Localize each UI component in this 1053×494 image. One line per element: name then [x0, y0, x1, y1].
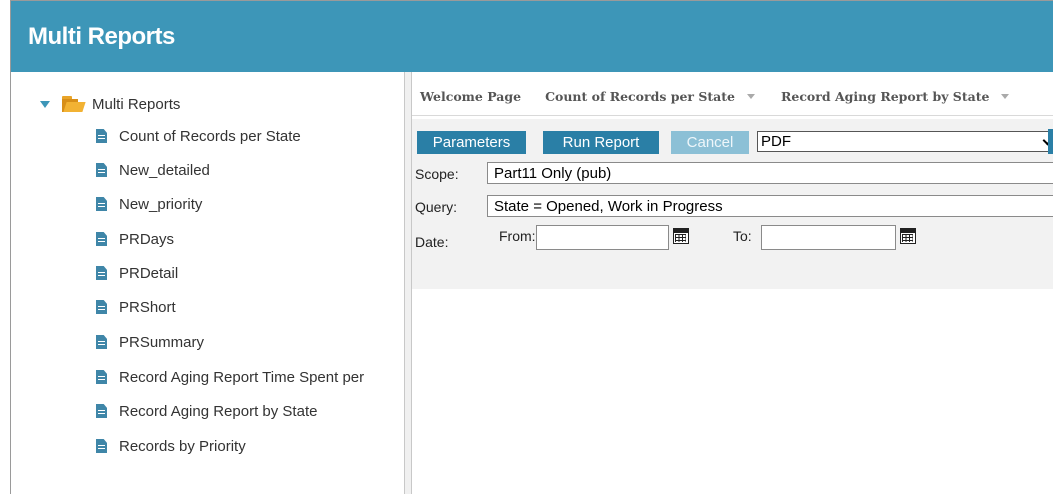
- document-icon: [96, 197, 107, 211]
- pane-splitter[interactable]: [404, 72, 412, 494]
- report-tree-pane: Multi Reports Count of Records per State…: [11, 72, 404, 494]
- tab-divider: [412, 115, 1053, 116]
- cancel-button[interactable]: Cancel: [671, 131, 749, 154]
- query-label: Query:: [415, 199, 458, 215]
- tree-root-label: Multi Reports: [92, 95, 181, 113]
- tree-item-label: Record Aging Report Time Spent per: [119, 368, 365, 386]
- app-window: Multi Reports Multi Reports Count of Rec…: [10, 0, 1053, 494]
- tree-item-prshort[interactable]: PRShort: [96, 297, 176, 317]
- to-label: To:: [733, 228, 752, 244]
- scope-label: Scope:: [415, 166, 459, 182]
- tree-item-label: Records by Priority: [119, 437, 246, 455]
- chevron-down-icon[interactable]: [1001, 93, 1010, 99]
- caret-down-icon[interactable]: [40, 100, 50, 108]
- output-format-select[interactable]: PDF: [757, 131, 1053, 152]
- document-icon: [96, 439, 107, 453]
- tree-root-multi-reports[interactable]: Multi Reports: [40, 94, 180, 114]
- calendar-icon[interactable]: [900, 228, 916, 244]
- tree-item-label: Record Aging Report by State: [119, 402, 318, 420]
- app-title: Multi Reports: [28, 23, 175, 50]
- tab-label: Record Aging Report by State: [780, 88, 990, 104]
- to-date-input[interactable]: [761, 225, 896, 250]
- document-icon: [96, 335, 107, 349]
- query-field[interactable]: State = Opened, Work in Progress: [487, 195, 1053, 217]
- document-icon: [96, 266, 107, 280]
- tree-item-label: PRSummary: [119, 333, 205, 351]
- document-icon: [96, 232, 107, 246]
- from-label: From:: [499, 228, 536, 244]
- tree-item-label: PRDays: [119, 230, 175, 248]
- parameters-button[interactable]: Parameters: [417, 131, 526, 154]
- report-pane: Welcome Page Count of Records per State …: [412, 72, 1053, 494]
- tree-item-prsummary[interactable]: PRSummary: [96, 332, 204, 352]
- tab-count-of-records-per-state[interactable]: Count of Records per State: [545, 89, 755, 104]
- document-icon: [96, 300, 107, 314]
- run-report-button[interactable]: Run Report: [543, 131, 659, 154]
- tree-item-label: New_priority: [119, 195, 203, 213]
- tree-item-label: PRShort: [119, 298, 176, 316]
- tree-item-new-priority[interactable]: New_priority: [96, 194, 202, 214]
- date-label: Date:: [415, 234, 449, 250]
- parameters-panel: Parameters Run Report Cancel PDF Scope: …: [412, 119, 1053, 289]
- tab-welcome-page[interactable]: Welcome Page: [420, 89, 521, 104]
- main-area: Multi Reports Count of Records per State…: [11, 72, 1053, 494]
- tab-record-aging-by-state[interactable]: Record Aging Report by State: [780, 88, 1010, 104]
- from-date-input[interactable]: [536, 225, 669, 250]
- calendar-icon[interactable]: [673, 228, 689, 244]
- scope-field[interactable]: Part11 Only (pub): [487, 162, 1053, 184]
- document-icon: [96, 404, 107, 418]
- tree-item-prdays[interactable]: PRDays: [96, 229, 174, 249]
- title-bar: Multi Reports: [11, 1, 1053, 72]
- tab-label: Welcome Page: [420, 88, 522, 104]
- document-icon: [96, 370, 107, 384]
- tree-item-count-of-records-per-state[interactable]: Count of Records per State: [96, 126, 301, 146]
- tree-item-new-detailed[interactable]: New_detailed: [96, 160, 210, 180]
- folder-open-icon: [62, 96, 86, 112]
- toolbar-overflow-button[interactable]: [1048, 129, 1053, 154]
- tab-label: Count of Records per State: [545, 88, 735, 104]
- tree-item-label: New_detailed: [119, 161, 210, 179]
- output-format-value: PDF: [761, 133, 791, 150]
- tree-item-record-aging-by-state[interactable]: Record Aging Report by State: [96, 401, 317, 421]
- document-icon: [96, 129, 107, 143]
- document-icon: [96, 163, 107, 177]
- chevron-down-icon[interactable]: [746, 93, 755, 99]
- tree-item-record-aging-time-spent[interactable]: Record Aging Report Time Spent per: [96, 367, 364, 387]
- report-tabs: Welcome Page Count of Records per State …: [420, 86, 1010, 106]
- tree-item-records-by-priority[interactable]: Records by Priority: [96, 436, 246, 456]
- tree-item-prdetail[interactable]: PRDetail: [96, 263, 178, 283]
- tree-item-label: PRDetail: [119, 264, 179, 282]
- tree-item-label: Count of Records per State: [119, 127, 301, 145]
